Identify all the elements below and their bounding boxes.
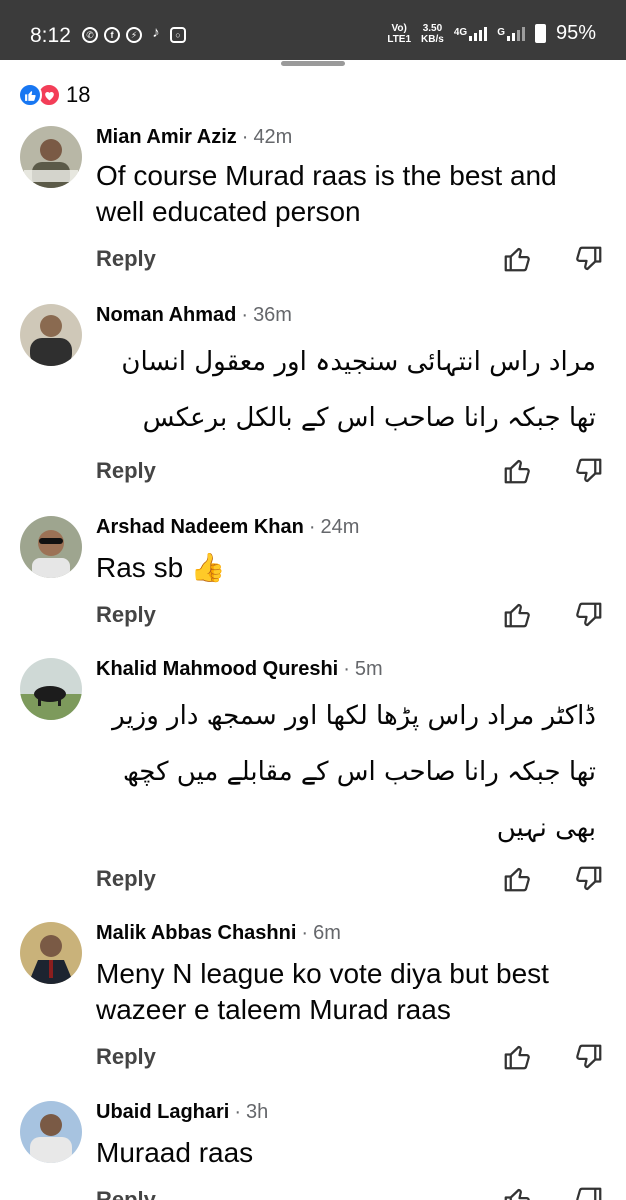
status-bar: 8:12 ✆ f ⚡ ♪ ○ Vo) LTE1 3.50 KB/s 4G G 9… — [0, 0, 626, 60]
downvote-icon[interactable] — [574, 600, 604, 630]
comment-text: Ras sb 👍 — [96, 552, 226, 583]
avatar[interactable] — [20, 516, 82, 578]
upvote-icon[interactable] — [502, 1042, 532, 1072]
commenter-name[interactable]: Khalid Mahmood Qureshi — [96, 658, 338, 680]
comment-time: 42m — [253, 126, 293, 148]
whatsapp-icon: ✆ — [82, 27, 98, 43]
avatar[interactable] — [20, 658, 82, 720]
comment-header: Noman Ahmad · 36m — [96, 304, 292, 326]
sheet-drag-handle[interactable] — [281, 61, 345, 66]
upvote-icon[interactable] — [502, 864, 532, 894]
downvote-icon[interactable] — [574, 244, 604, 274]
instagram-icon: ○ — [170, 27, 186, 43]
reply-button[interactable]: Reply — [96, 1044, 156, 1070]
clock: 8:12 — [30, 24, 71, 47]
comment-header: Arshad Nadeem Khan · 24m — [96, 516, 360, 538]
comment-header: Khalid Mahmood Qureshi · 5m — [96, 658, 383, 680]
like-reaction-icon — [18, 83, 42, 107]
battery-icon — [534, 24, 546, 43]
comment-header: Mian Amir Aziz · 42m — [96, 126, 293, 148]
reply-button[interactable]: Reply — [96, 246, 156, 272]
facebook-icon: f — [104, 27, 120, 43]
volte-indicator: Vo) LTE1 — [387, 22, 412, 45]
signal-bars-icon — [469, 26, 488, 41]
notification-icons: ✆ f ⚡ ♪ ○ — [82, 24, 186, 43]
reply-button[interactable]: Reply — [96, 602, 156, 628]
downvote-icon[interactable] — [574, 1042, 604, 1072]
comment-text: ڈاکٹر مراد راس پڑھا لکھا اور سمجھ دار وز… — [112, 701, 596, 843]
battery-percent: 95% — [555, 22, 596, 44]
commenter-name[interactable]: Ubaid Laghari — [96, 1101, 229, 1123]
upvote-icon[interactable] — [502, 600, 532, 630]
avatar[interactable] — [20, 126, 82, 188]
comment-time: 24m — [320, 516, 360, 538]
messenger-icon: ⚡ — [126, 27, 142, 43]
comment-text: Of course Murad raas is the best and wel… — [96, 160, 557, 227]
reply-button[interactable]: Reply — [96, 1187, 156, 1200]
commenter-name[interactable]: Noman Ahmad — [96, 304, 236, 326]
comment-time: 6m — [313, 922, 341, 944]
avatar[interactable] — [20, 922, 82, 984]
downvote-icon[interactable] — [574, 456, 604, 486]
tiktok-icon: ♪ — [152, 24, 160, 41]
comment-header: Ubaid Laghari · 3h — [96, 1101, 269, 1123]
avatar[interactable] — [20, 1101, 82, 1163]
reply-button[interactable]: Reply — [96, 866, 156, 892]
upvote-icon[interactable] — [502, 1185, 532, 1200]
comment-time: 3h — [246, 1101, 269, 1123]
signal-bars-icon — [506, 26, 525, 41]
comment-time: 36m — [253, 304, 292, 326]
comment-text: مراد راس انتہائی سنجیدہ اور معقول انسان … — [121, 347, 596, 433]
network-speed: 3.50 KB/s — [421, 22, 444, 45]
system-indicators: Vo) LTE1 3.50 KB/s 4G G 95% — [387, 22, 596, 45]
signal-4g: 4G — [454, 26, 488, 41]
reactions-summary[interactable]: 18 — [18, 82, 90, 108]
comment-text: Meny N league ko vote diya but best waze… — [96, 958, 549, 1025]
commenter-name[interactable]: Arshad Nadeem Khan — [96, 516, 304, 538]
reaction-count: 18 — [66, 82, 91, 107]
signal-g: G — [497, 26, 525, 41]
reply-button[interactable]: Reply — [96, 458, 156, 484]
downvote-icon[interactable] — [574, 864, 604, 894]
comment-header: Malik Abbas Chashni · 6m — [96, 922, 341, 944]
upvote-icon[interactable] — [502, 456, 532, 486]
comment-time: 5m — [354, 658, 383, 680]
downvote-icon[interactable] — [574, 1185, 604, 1200]
upvote-icon[interactable] — [502, 244, 532, 274]
comment-text: Muraad raas — [96, 1137, 254, 1168]
commenter-name[interactable]: Mian Amir Aziz — [96, 126, 237, 148]
commenter-name[interactable]: Malik Abbas Chashni — [96, 922, 296, 944]
avatar[interactable] — [20, 304, 82, 366]
